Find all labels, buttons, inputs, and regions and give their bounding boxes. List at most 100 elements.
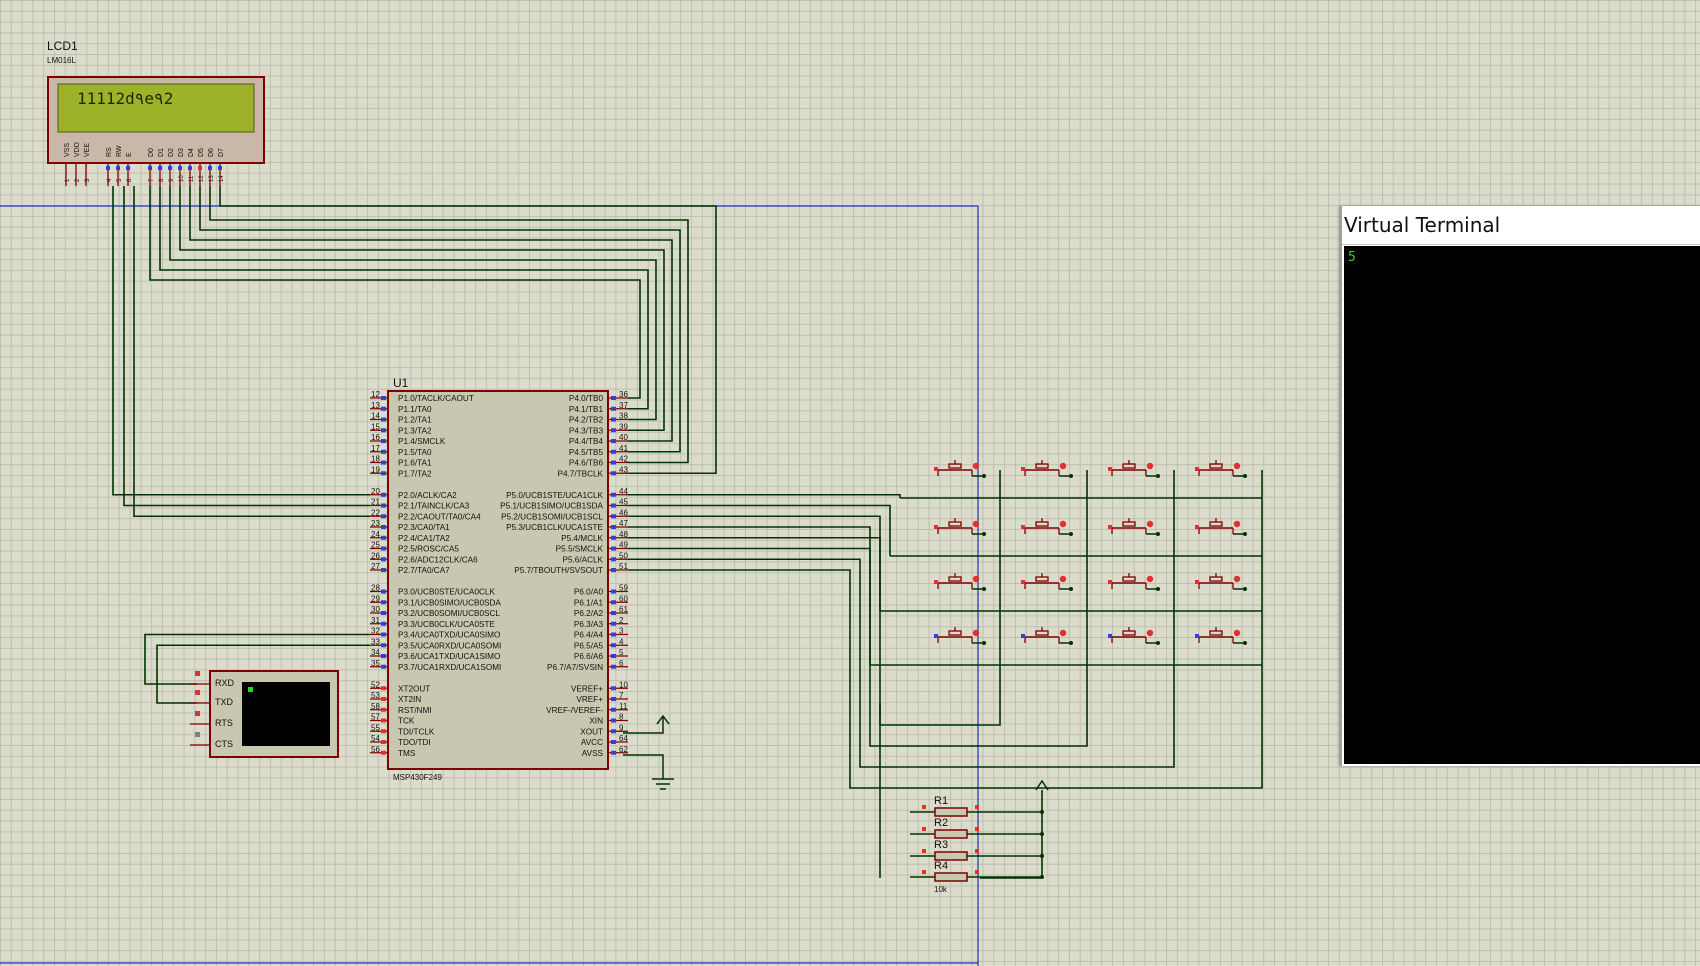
lcd-pin-label: D3: [178, 148, 185, 157]
lcd-pin-marker: [218, 166, 222, 170]
virtual-terminal-screen[interactable]: 5: [1344, 246, 1700, 764]
serial-terminal-component[interactable]: RXD TXD RTS CTS: [190, 670, 339, 758]
lcd-pin-marker: [106, 166, 110, 170]
keypad-button[interactable]: [1021, 627, 1073, 645]
mcu-pin-number: 4: [619, 637, 624, 646]
keypad-button[interactable]: [1108, 573, 1160, 591]
mcu-pin-name: P5.4/MCLK: [561, 534, 603, 543]
mcu-pin-name: P6.0/A0: [574, 588, 604, 597]
keypad-button[interactable]: [1195, 460, 1247, 478]
mcu-pin-name: P4.4/TB4: [569, 437, 604, 446]
mcu-pin-marker: [381, 643, 386, 648]
resistor-label: R3: [934, 839, 948, 851]
mcu-pin-number: 54: [371, 734, 380, 743]
mcu-pin-marker: [611, 686, 616, 691]
mcu-pin-number: 9: [619, 723, 624, 732]
keypad-row-wire: [628, 515, 881, 611]
mcu-pin-marker: [611, 492, 616, 497]
mcu-pin-number: 61: [619, 605, 628, 614]
mcu-pin-name: TDO/TDI: [398, 738, 431, 747]
schematic-canvas[interactable]: LCD1 LM016L 11112d٩e٩2 VSS 1 VDD 2 VEE 3 RS 4 RW…: [0, 0, 1700, 966]
virtual-terminal-titlebar[interactable]: Virtual Terminal: [1342, 206, 1700, 245]
mcu-pin-number: 19: [371, 465, 380, 474]
vref-wire: [623, 717, 664, 734]
resistor[interactable]: R2: [910, 817, 1044, 839]
mcu-pin-name: P1.2/TA1: [398, 416, 432, 425]
power-symbols: [623, 714, 1049, 791]
lcd-pin-label: E: [126, 152, 133, 157]
mcu-pin-number: 27: [371, 562, 380, 571]
mcu-pin-marker: [611, 654, 616, 658]
mcu-pin-name: VREF+: [576, 695, 603, 704]
mcu-pin-name: P4.3/TB3: [569, 426, 604, 435]
mcu-component[interactable]: U1 MSP430F249 12 P1.0/TACLK/CAOUT 13 P1.1/T…: [370, 376, 628, 782]
keypad-matrix[interactable]: [934, 460, 1247, 645]
mcu-pin-marker: [611, 643, 616, 648]
keypad-button[interactable]: [1195, 627, 1247, 645]
resistor-group[interactable]: R1 R2 R3 R4 10k: [910, 795, 1044, 894]
mcu-pin-marker: [611, 525, 616, 529]
mcu-pin-number: 7: [619, 691, 624, 700]
mcu-pin-number: 60: [619, 594, 628, 603]
keypad-button[interactable]: [1021, 573, 1073, 591]
mcu-pin-marker: [381, 697, 386, 701]
keypad-button[interactable]: [1108, 518, 1160, 536]
mcu-pin-number: 5: [619, 648, 624, 657]
mcu-pin-name: P6.3/A3: [574, 620, 604, 629]
terminal-cursor: [248, 687, 253, 692]
mcu-pin-number: 32: [371, 627, 380, 636]
mcu-pin-number: 30: [371, 605, 380, 614]
mcu-pin-number: 49: [619, 541, 628, 550]
mcu-pin-name: P6.2/A2: [574, 609, 604, 618]
resistor[interactable]: R1: [910, 795, 1044, 817]
mcu-pin-number: 46: [619, 508, 628, 517]
terminal-screen: [242, 682, 330, 746]
mcu-pin-name: P5.2/UCB1SOMI/UCB1SCL: [501, 512, 603, 521]
mcu-pin-number: 6: [619, 659, 624, 668]
keypad-button[interactable]: [1108, 627, 1160, 645]
terminal-pin-marker: [195, 711, 200, 716]
mcu-pin-name: P3.1/UCB0SIMO/UCB0SDA: [398, 598, 501, 607]
resistor-value: 10k: [934, 885, 948, 894]
mcu-pin-number: 3: [619, 627, 624, 636]
lcd-display-text: 11112d٩e٩2: [77, 89, 173, 108]
mcu-pin-marker: [381, 632, 386, 637]
mcu-pin-number: 34: [371, 648, 380, 657]
mcu-pin-marker: [611, 417, 616, 422]
keypad-button[interactable]: [1021, 460, 1073, 478]
lcd-pin-label: VEE: [84, 143, 91, 157]
keypad-button[interactable]: [1021, 518, 1073, 536]
mcu-pin-name: P2.3/CA0/TA1: [398, 523, 450, 532]
mcu-pin-number: 44: [619, 487, 628, 496]
lcd-pin-label: D5: [198, 148, 205, 157]
mcu-pin-marker: [611, 439, 616, 443]
mcu-pin-name: P2.5/ROSC/CA5: [398, 545, 459, 554]
mcu-pin-number: 37: [619, 401, 628, 410]
terminal-pin-marker: [195, 671, 200, 676]
keypad-button[interactable]: [1108, 460, 1160, 478]
lcd-component[interactable]: LCD1 LM016L 11112d٩e٩2 VSS1VDD2VEE3RS4RW…: [47, 39, 265, 186]
mcu-pin-marker: [381, 600, 386, 605]
mcu-pin-number: 14: [371, 412, 380, 421]
lcd-pin-label: VSS: [64, 143, 71, 157]
keypad-button[interactable]: [1195, 573, 1247, 591]
mcu-pin-number: 8: [619, 713, 624, 722]
resistor[interactable]: R3: [910, 839, 1044, 861]
mcu-pin-number: 33: [371, 637, 380, 646]
mcu-pin-marker: [381, 664, 386, 669]
mcu-pin-number: 23: [371, 519, 380, 528]
mcu-pin-marker: [381, 525, 386, 529]
virtual-terminal-window[interactable]: Virtual Terminal 5: [1340, 206, 1700, 766]
virtual-terminal-output: 5: [1348, 250, 1356, 265]
mcu-pin-name: P6.5/A5: [574, 641, 604, 650]
lcd-pin-label: D7: [218, 148, 225, 157]
mcu-pin-number: 15: [371, 422, 380, 431]
lcd-pin-label: VDD: [74, 142, 81, 157]
keypad-col-wire: [628, 470, 1088, 747]
mcu-pin-marker: [381, 396, 386, 400]
mcu-pin-marker: [381, 503, 386, 508]
mcu-pin-number: 42: [619, 455, 628, 464]
mcu-pin-marker: [381, 471, 386, 476]
mcu-pin-marker: [611, 406, 616, 411]
keypad-button[interactable]: [1195, 518, 1247, 536]
